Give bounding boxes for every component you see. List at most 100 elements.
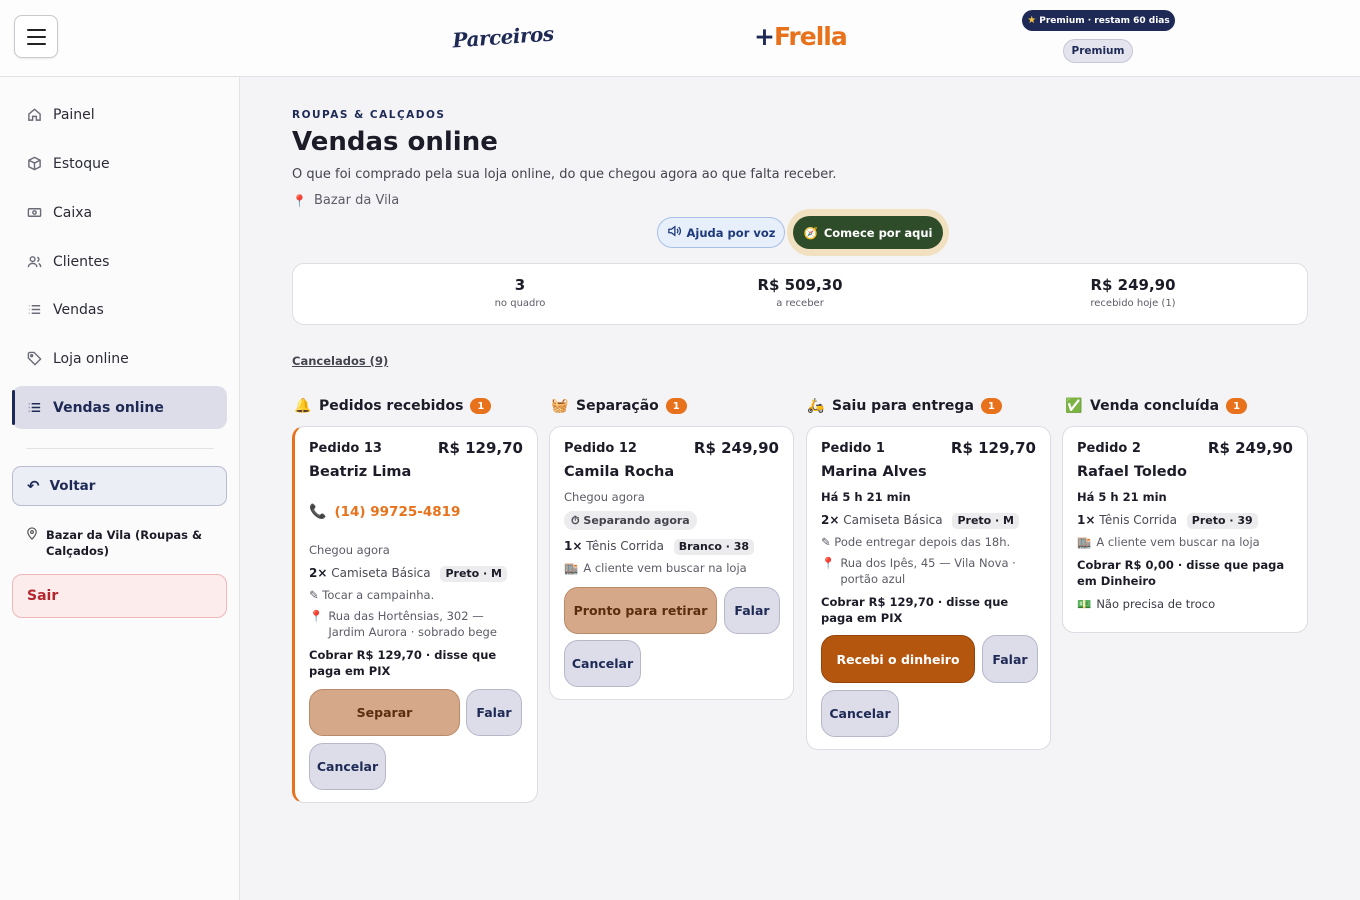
cancel-order-button[interactable]: Cancelar	[821, 690, 899, 737]
order-item: 1× Tênis Corrida Preto · 39	[1077, 512, 1297, 529]
sidebar-item-estoque[interactable]: Estoque	[12, 142, 227, 185]
sidebar-divider	[26, 448, 214, 449]
payment-info: Cobrar R$ 129,70 · disse que paga em PIX	[309, 648, 497, 678]
order-card[interactable]: Pedido 2 R$ 249,90 Rafael Toledo Há 5 h …	[1062, 426, 1308, 633]
delivery-note: ✎ Pode entregar depois das 18h.	[821, 535, 1011, 549]
premium-badge[interactable]: Premium	[1063, 39, 1133, 63]
separate-button[interactable]: Separar	[309, 689, 460, 736]
cancel-order-button[interactable]: Cancelar	[309, 743, 386, 790]
back-button[interactable]: ↶ Voltar	[12, 466, 227, 506]
order-item: 2× Camiseta Básica Preto · M	[821, 512, 1041, 529]
location-pin-icon	[26, 527, 38, 559]
hamburger-menu-button[interactable]	[14, 15, 58, 58]
voice-help-button[interactable]: Ajuda por voz	[657, 217, 785, 248]
payment-info: Cobrar R$ 129,70 · disse que paga em PIX	[821, 595, 1009, 625]
order-card[interactable]: Pedido 13 R$ 129,70 Beatriz Lima 📞 (14) …	[292, 426, 538, 803]
order-id: Pedido 12	[564, 441, 637, 456]
order-price: R$ 129,70	[950, 439, 1036, 457]
logout-button[interactable]: Sair	[12, 574, 227, 618]
location-pin-icon: 📍	[821, 556, 836, 570]
bell-icon: 🔔	[294, 398, 312, 414]
tag-icon	[26, 351, 42, 367]
top-bar: Parceiros +Frella ★ Premium · restam 60 …	[0, 0, 1360, 77]
delivery-address: 📍 Rua dos Ipês, 45 — Vila Nova · portão …	[821, 556, 1016, 586]
column-header-delivery: 🛵 Saiu para entrega 1	[807, 398, 1002, 414]
speaker-icon	[667, 225, 681, 240]
page-title: Vendas online	[292, 127, 498, 157]
compass-icon: 🧭	[803, 225, 818, 240]
order-card[interactable]: Pedido 1 R$ 129,70 Marina Alves Há 5 h 2…	[806, 426, 1051, 750]
customer-name: Beatriz Lima	[309, 464, 412, 480]
frella-logo: +Frella	[754, 22, 848, 51]
premium-status-pill: ★ Premium · restam 60 dias	[1022, 10, 1175, 31]
location-pin-icon: 📍	[309, 609, 324, 623]
sidebar-item-painel[interactable]: Painel	[12, 93, 227, 136]
talk-button[interactable]: Falar	[982, 635, 1038, 683]
order-price: R$ 249,90	[1207, 439, 1293, 457]
sidebar-item-loja-online[interactable]: Loja online	[12, 337, 227, 380]
cancelled-link[interactable]: Cancelados (9)	[292, 354, 388, 368]
stats-panel: 3 no quadro R$ 509,30 a receber R$ 249,9…	[292, 263, 1308, 325]
pickup-info: 🏬 A cliente vem buscar na loja	[564, 561, 747, 575]
box-icon	[26, 156, 42, 172]
elapsed-time: Há 5 h 21 min	[1077, 490, 1167, 504]
store-name: 📍 Bazar da Vila	[292, 193, 400, 208]
column-header-received: 🔔 Pedidos recebidos 1	[294, 398, 492, 414]
payment-info: Cobrar R$ 0,00 · disse que paga em Dinhe…	[1077, 558, 1285, 588]
menu-icon	[26, 28, 46, 31]
sidebar-item-caixa[interactable]: Caixa	[12, 191, 227, 234]
count-badge: 1	[470, 398, 492, 414]
cash-icon	[26, 205, 42, 221]
check-icon: ✅	[1065, 398, 1083, 414]
cancel-order-button[interactable]: Cancelar	[564, 640, 641, 687]
count-badge: 1	[665, 398, 687, 414]
location-pin-icon: 📍	[292, 193, 307, 208]
customer-phone[interactable]: 📞 (14) 99725-4819	[309, 504, 460, 520]
page-subtitle: O que foi comprado pela sua loja online,…	[292, 167, 837, 182]
sidebar-item-clientes[interactable]: Clientes	[12, 240, 227, 283]
parceiros-logo: Parceiros	[451, 21, 555, 53]
sidebar: Painel Estoque Caixa Clientes Vendas Loj…	[0, 77, 240, 900]
ready-for-pickup-button[interactable]: Pronto para retirar	[564, 587, 717, 634]
variant-tag: Preto · M	[440, 566, 507, 582]
order-item: 2× Camiseta Básica Preto · M	[309, 565, 524, 582]
store-icon: 🏬	[1077, 535, 1092, 549]
page-eyebrow: ROUPAS & CALÇADOS	[292, 109, 446, 121]
order-card[interactable]: Pedido 12 R$ 249,90 Camila Rocha Chegou …	[549, 426, 794, 700]
stat-board: 3 no quadro	[494, 276, 546, 309]
customer-name: Marina Alves	[821, 464, 927, 480]
order-item: 1× Tênis Corrida Branco · 38	[564, 538, 784, 555]
money-icon: 💵	[1077, 597, 1092, 611]
count-badge: 1	[1226, 398, 1248, 414]
list-icon	[26, 302, 42, 318]
sidebar-item-vendas-online[interactable]: Vendas online	[12, 386, 227, 429]
home-icon	[26, 107, 42, 123]
list-icon	[26, 400, 42, 416]
arrival-time: Chegou agora	[309, 543, 390, 557]
store-location: Bazar da Vila (Roupas & Calçados)	[26, 527, 216, 559]
variant-tag: Branco · 38	[673, 539, 755, 555]
stat-to-receive: R$ 509,30 a receber	[757, 276, 843, 309]
basket-icon: 🧺	[551, 398, 569, 414]
column-header-separation: 🧺 Separação 1	[551, 398, 687, 414]
order-price: R$ 249,90	[693, 439, 779, 457]
undo-arrow-icon: ↶	[27, 477, 40, 495]
order-id: Pedido 13	[309, 441, 382, 456]
column-header-completed: ✅ Venda concluída 1	[1065, 398, 1248, 414]
main-content: ROUPAS & CALÇADOS Vendas online O que fo…	[240, 77, 1360, 900]
start-here-button[interactable]: 🧭 Comece por aqui	[793, 216, 943, 249]
talk-button[interactable]: Falar	[466, 689, 522, 736]
store-icon: 🏬	[564, 561, 579, 575]
received-money-button[interactable]: Recebi o dinheiro	[821, 635, 975, 683]
change-info: 💵 Não precisa de troco	[1077, 597, 1216, 611]
talk-button[interactable]: Falar	[724, 587, 780, 634]
order-id: Pedido 1	[821, 441, 885, 456]
delivery-address: 📍 Rua das Hortênsias, 302 — Jardim Auror…	[309, 609, 497, 639]
count-badge: 1	[980, 398, 1002, 414]
sidebar-item-vendas[interactable]: Vendas	[12, 288, 227, 331]
arrival-time: Chegou agora	[564, 490, 645, 504]
elapsed-time: Há 5 h 21 min	[821, 490, 911, 504]
users-icon	[26, 254, 42, 270]
delivery-note: ✎ Tocar a campainha.	[309, 588, 435, 602]
customer-name: Rafael Toledo	[1077, 464, 1187, 480]
